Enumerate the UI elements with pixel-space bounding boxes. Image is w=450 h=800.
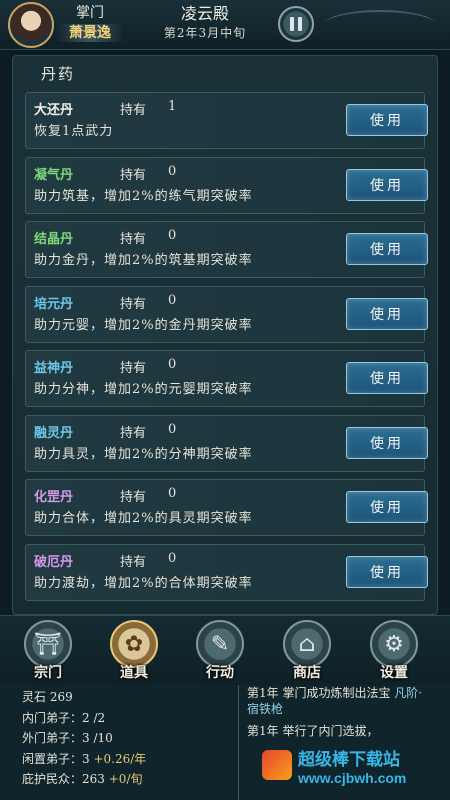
watermark-title: 超级棒下载站	[298, 749, 400, 769]
stats-panel: 灵石 269 内门弟子：2 /2 外门弟子：3 /10 闲置弟子：3 +0.26…	[22, 687, 222, 790]
role-box: 掌门 萧景逸	[50, 4, 130, 44]
nav-action[interactable]: ✎ 行动	[190, 620, 250, 684]
held-count: 0	[168, 421, 177, 437]
held-label: 持有	[120, 296, 147, 312]
use-button[interactable]: 使用	[346, 233, 428, 265]
nav-label: 道具	[120, 665, 148, 681]
bag-icon: ✿	[110, 620, 158, 668]
medicine-item: 凝气丹 持有 0 助力筑基，增加2%的练气期突破率 使用	[25, 156, 428, 214]
action-icon: ✎	[196, 620, 244, 668]
medicine-description: 恢复1点武力	[34, 124, 114, 139]
medicine-item: 破厄丹 持有 0 助力渡劫，增加2%的合体期突破率 使用	[25, 543, 428, 601]
held-count: 0	[168, 486, 177, 501]
medicine-description: 助力具灵，增加2%的分神期突破率	[34, 446, 253, 462]
medicine-item: 培元丹 持有 0 助力元婴，增加2%的金丹期突破率 使用	[25, 285, 428, 343]
top-bar: 掌门 萧景逸 凌云殿 第2年3月中旬	[0, 0, 450, 50]
role-title: 掌门	[76, 5, 104, 21]
use-button[interactable]: 使用	[346, 491, 428, 523]
idle-disciples-row: 闲置弟子：3 +0.26/年	[22, 751, 147, 766]
nav-bag[interactable]: ✿ 道具	[104, 620, 164, 684]
held-label: 持有	[120, 490, 147, 505]
medicine-description: 助力筑基，增加2%的练气期突破率	[34, 188, 253, 204]
watermark-logo-icon	[262, 750, 292, 780]
use-button[interactable]: 使用	[346, 168, 428, 201]
use-button[interactable]: 使用	[346, 362, 428, 394]
hall-box: 凌云殿 第2年3月中旬	[140, 4, 270, 42]
medicine-name: 化罡丹	[34, 490, 74, 505]
spirit-stone-row: 灵石 269	[22, 690, 73, 704]
medicine-item: 结晶丹 持有 0 助力金丹，增加2%的筑基期突破率 使用	[25, 221, 428, 278]
held-count: 0	[168, 550, 177, 566]
nav-label: 设置	[380, 665, 408, 681]
held-count: 0	[168, 357, 177, 372]
medicine-name: 培元丹	[34, 296, 74, 312]
use-button[interactable]: 使用	[346, 104, 428, 136]
medicine-panel: 丹药 大还丹 持有 1 恢复1点武力 使用 凝气丹 持有 0 助力筑基，增加2%的练气期突破率使…	[12, 55, 438, 615]
medicine-item: 大还丹 持有 1 恢复1点武力 使用	[25, 92, 428, 149]
medicine-name: 破厄丹	[34, 554, 74, 570]
log-entry: 第1年 掌门成功炼制出法宝 凡阶·宿铁枪	[247, 686, 423, 716]
pause-button[interactable]	[278, 6, 314, 42]
watermark-url: www.cjbwh.com	[298, 769, 407, 786]
held-count: 0	[168, 228, 177, 243]
sect-icon: ⛩	[24, 620, 72, 668]
medicine-name: 益神丹	[34, 361, 74, 376]
medicine-name: 大还丹	[34, 103, 74, 118]
medicine-name: 融灵丹	[34, 425, 74, 441]
game-date: 第2年3月中旬	[163, 26, 247, 40]
held-label: 持有	[120, 554, 147, 570]
held-count: 0	[168, 163, 177, 179]
avatar[interactable]	[8, 2, 54, 48]
cloud-decoration	[325, 10, 435, 38]
held-label: 持有	[120, 361, 147, 376]
settings-icon: ⚙	[370, 620, 418, 668]
medicine-list: 大还丹 持有 1 恢复1点武力 使用 凝气丹 持有 0 助力筑基，增加2%的练气期突破率 使用 结晶…	[25, 92, 428, 608]
held-label: 持有	[120, 232, 147, 247]
nav-shop[interactable]: ⌂ 商店	[277, 620, 337, 684]
panel-title: 丹药	[41, 65, 76, 83]
medicine-item: 化罡丹 持有 0 助力合体，增加2%的具灵期突破率 使用	[25, 479, 428, 536]
bottom-nav: ⛩ 宗门 ✿ 道具 ✎ 行动 ⌂ 商店 ⚙ 设置	[0, 615, 450, 685]
site-watermark: 超级棒下载站 www.cjbwh.com	[262, 736, 450, 794]
medicine-description: 助力金丹，增加2%的筑基期突破率	[34, 253, 253, 268]
held-count: 0	[168, 292, 177, 308]
medicine-item: 融灵丹 持有 0 助力具灵，增加2%的分神期突破率 使用	[25, 414, 428, 472]
nav-label: 宗门	[34, 665, 62, 681]
protected-people-row: 庇护民众：263 +0/旬	[22, 772, 143, 786]
use-button[interactable]: 使用	[346, 555, 428, 588]
held-label: 持有	[120, 167, 147, 183]
pause-icon	[290, 17, 294, 31]
shop-icon: ⌂	[283, 620, 331, 668]
inner-disciples-row: 内门弟子：2 /2	[22, 710, 106, 725]
held-count: 1	[168, 99, 177, 114]
nav-label: 行动	[206, 665, 234, 681]
outer-disciples-row: 外门弟子：3 /10	[22, 731, 113, 745]
medicine-description: 助力合体，增加2%的具灵期突破率	[34, 511, 253, 526]
medicine-description: 助力分神，增加2%的元婴期突破率	[34, 382, 253, 397]
nav-label: 商店	[293, 665, 321, 681]
medicine-name: 结晶丹	[34, 232, 74, 247]
held-label: 持有	[120, 425, 147, 441]
medicine-description: 助力渡劫，增加2%的合体期突破率	[34, 575, 253, 591]
medicine-description: 助力元婴，增加2%的金丹期突破率	[34, 317, 253, 333]
use-button[interactable]: 使用	[346, 297, 428, 330]
held-label: 持有	[120, 103, 147, 118]
medicine-name: 凝气丹	[34, 167, 74, 183]
medicine-item: 益神丹 持有 0 助力分神，增加2%的元婴期突破率 使用	[25, 350, 428, 407]
nav-settings[interactable]: ⚙ 设置	[364, 620, 424, 684]
nav-sect[interactable]: ⛩ 宗门	[18, 620, 78, 684]
use-button[interactable]: 使用	[346, 426, 428, 459]
hall-name: 凌云殿	[180, 4, 229, 23]
role-name: 萧景逸	[56, 24, 124, 42]
